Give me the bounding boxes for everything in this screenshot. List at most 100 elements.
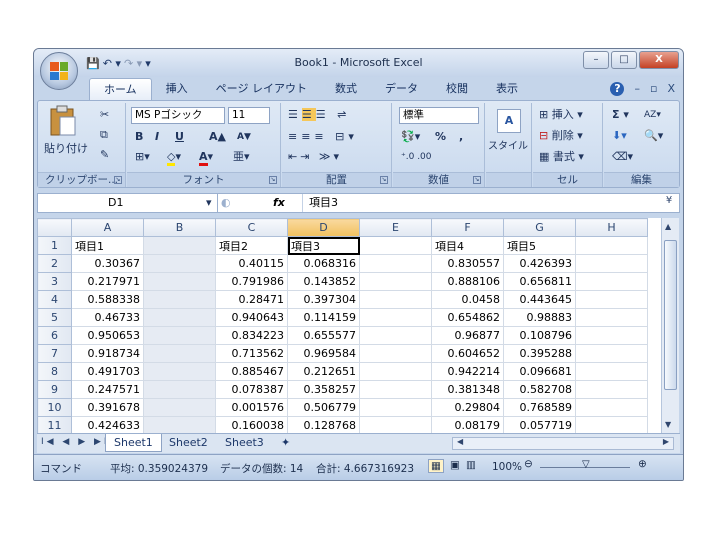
- tab-view[interactable]: 表示: [482, 78, 532, 100]
- paste-label[interactable]: 貼り付け: [44, 141, 88, 157]
- row-header[interactable]: 8: [37, 362, 72, 381]
- font-name-combo[interactable]: MS Pゴシック: [131, 107, 225, 124]
- cell-e3[interactable]: [359, 272, 432, 291]
- column-header-a[interactable]: A: [71, 218, 144, 237]
- cell-a4[interactable]: 0.588338: [71, 290, 144, 309]
- cell-h10[interactable]: [575, 398, 648, 417]
- cell-b8[interactable]: [143, 362, 216, 381]
- cell-a9[interactable]: 0.247571: [71, 380, 144, 399]
- cell-d2[interactable]: 0.068316: [287, 254, 360, 273]
- cell-d9[interactable]: 0.358257: [287, 380, 360, 399]
- cell-g11[interactable]: 0.057719: [503, 416, 576, 433]
- horizontal-scrollbar[interactable]: ◀ ▶: [452, 437, 674, 450]
- expand-formula-bar-icon[interactable]: ¥: [661, 195, 677, 210]
- formula-input[interactable]: 項目3: [302, 194, 657, 212]
- cell-d5[interactable]: 0.114159: [287, 308, 360, 327]
- cell-c11[interactable]: 0.160038: [215, 416, 288, 433]
- name-box[interactable]: D1: [38, 194, 218, 212]
- cell-e2[interactable]: [359, 254, 432, 273]
- close-button[interactable]: X: [639, 51, 679, 69]
- grow-font-button[interactable]: A▲: [209, 129, 226, 145]
- cell-d6[interactable]: 0.655577: [287, 326, 360, 345]
- dialog-launcher-icon[interactable]: ↘: [114, 176, 122, 184]
- insert-function-button[interactable]: fx: [273, 194, 285, 212]
- cell-d7[interactable]: 0.969584: [287, 344, 360, 363]
- office-button[interactable]: [40, 52, 78, 90]
- cell-g10[interactable]: 0.768589: [503, 398, 576, 417]
- maximize-button[interactable]: □: [611, 51, 637, 69]
- underline-button[interactable]: U: [175, 129, 184, 145]
- column-header-d[interactable]: D: [287, 218, 360, 237]
- workbook-restore-button[interactable]: ▫: [650, 82, 657, 96]
- cell-a7[interactable]: 0.918734: [71, 344, 144, 363]
- shrink-font-button[interactable]: A▼: [237, 129, 251, 145]
- cell-a8[interactable]: 0.491703: [71, 362, 144, 381]
- cell-a3[interactable]: 0.217971: [71, 272, 144, 291]
- cell-a1[interactable]: 項目1: [71, 236, 144, 255]
- cell-g1[interactable]: 項目5: [503, 236, 576, 255]
- tab-insert[interactable]: 挿入: [152, 78, 202, 100]
- sheet-nav-icons[interactable]: I◀ ◀ ▶ ▶I: [41, 437, 110, 447]
- column-header-h[interactable]: H: [575, 218, 648, 237]
- cell-f8[interactable]: 0.942214: [431, 362, 504, 381]
- find-select-icon[interactable]: 🔍▾: [644, 128, 663, 144]
- dialog-launcher-icon[interactable]: ↘: [473, 176, 481, 184]
- cell-a10[interactable]: 0.391678: [71, 398, 144, 417]
- cell-h9[interactable]: [575, 380, 648, 399]
- cell-g6[interactable]: 0.108796: [503, 326, 576, 345]
- cell-e10[interactable]: [359, 398, 432, 417]
- cell-c4[interactable]: 0.28471: [215, 290, 288, 309]
- column-header-b[interactable]: B: [143, 218, 216, 237]
- cell-h7[interactable]: [575, 344, 648, 363]
- cell-e4[interactable]: [359, 290, 432, 309]
- cell-h6[interactable]: [575, 326, 648, 345]
- currency-icon[interactable]: 💱▾: [401, 129, 420, 145]
- cell-a2[interactable]: 0.30367: [71, 254, 144, 273]
- cell-g7[interactable]: 0.395288: [503, 344, 576, 363]
- copy-icon[interactable]: ⧉: [100, 127, 108, 143]
- scroll-left-icon[interactable]: ◀: [457, 437, 463, 446]
- cell-h3[interactable]: [575, 272, 648, 291]
- row-header[interactable]: 4: [37, 290, 72, 309]
- cell-b11[interactable]: [143, 416, 216, 433]
- cell-h5[interactable]: [575, 308, 648, 327]
- cell-e9[interactable]: [359, 380, 432, 399]
- normal-view-icon[interactable]: ▦: [428, 459, 444, 473]
- styles-icon[interactable]: A: [497, 109, 521, 133]
- vertical-align-icons[interactable]: ☰☰☰ ⇌: [288, 107, 350, 123]
- cell-h2[interactable]: [575, 254, 648, 273]
- minimize-button[interactable]: –: [583, 51, 609, 69]
- cell-a5[interactable]: 0.46733: [71, 308, 144, 327]
- scroll-thumb[interactable]: [664, 240, 677, 390]
- column-header-e[interactable]: E: [359, 218, 432, 237]
- cell-c10[interactable]: 0.001576: [215, 398, 288, 417]
- column-header-f[interactable]: F: [431, 218, 504, 237]
- cell-f11[interactable]: 0.08179: [431, 416, 504, 433]
- zoom-in-icon[interactable]: ⊕: [638, 458, 647, 470]
- insert-cells-button[interactable]: ⊞ 挿入 ▾: [539, 107, 583, 123]
- autosum-button[interactable]: Σ ▾: [612, 107, 629, 123]
- bold-button[interactable]: B: [135, 129, 143, 145]
- cell-b6[interactable]: [143, 326, 216, 345]
- row-header[interactable]: 11: [37, 416, 72, 433]
- row-header[interactable]: 9: [37, 380, 72, 399]
- cell-f5[interactable]: 0.654862: [431, 308, 504, 327]
- help-icon[interactable]: ?: [610, 82, 625, 96]
- cell-g4[interactable]: 0.443645: [503, 290, 576, 309]
- cell-b5[interactable]: [143, 308, 216, 327]
- cell-h11[interactable]: [575, 416, 648, 433]
- row-header[interactable]: 5: [37, 308, 72, 327]
- tab-page-layout[interactable]: ページ レイアウト: [202, 78, 321, 100]
- sheet-tab-3[interactable]: Sheet3: [217, 434, 272, 452]
- cut-icon[interactable]: ✂: [100, 107, 109, 123]
- zoom-level[interactable]: 100%: [492, 461, 522, 473]
- cell-f4[interactable]: 0.0458: [431, 290, 504, 309]
- percent-button[interactable]: %: [435, 129, 446, 145]
- cell-d1[interactable]: 項目3: [287, 236, 360, 255]
- cell-b10[interactable]: [143, 398, 216, 417]
- row-header[interactable]: 6: [37, 326, 72, 345]
- scroll-down-icon[interactable]: ▼: [665, 420, 671, 429]
- cell-a6[interactable]: 0.950653: [71, 326, 144, 345]
- cell-h4[interactable]: [575, 290, 648, 309]
- row-header[interactable]: 10: [37, 398, 72, 417]
